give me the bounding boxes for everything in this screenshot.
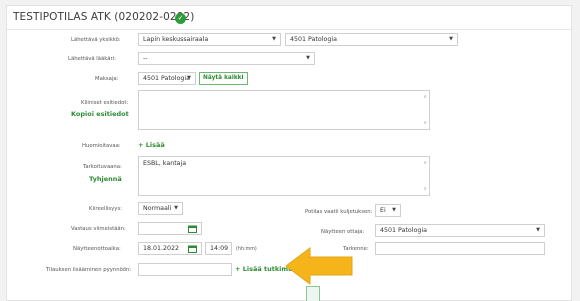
add-order-label: Tilauksen lisääminen pyynnöön: <box>46 267 132 273</box>
sample-taker-select[interactable]: 4501 Patologia ▼ <box>375 224 545 237</box>
urgency-label: Kiireellisyys: <box>89 206 122 212</box>
transport-select[interactable]: Ei ▼ <box>375 204 401 217</box>
payer-select[interactable]: 4501 Patologia ▼ <box>138 72 196 85</box>
sending-doctor-label: Lähettävä lääkäri: <box>68 56 116 62</box>
urgency-select[interactable]: Normaali ▼ <box>138 202 183 215</box>
sample-time-input[interactable]: 14:09 <box>205 242 232 255</box>
time-format-hint: (hh:mm) <box>236 247 257 252</box>
sample-date-label: Näytteenottoaika: <box>73 246 121 252</box>
scroll-down-icon: ∨ <box>423 120 427 126</box>
scroll-up-icon: ∧ <box>423 94 427 100</box>
sending-unit-label: Lähettävä yksikkö: <box>71 37 121 43</box>
calendar-icon[interactable] <box>188 225 197 233</box>
specifier-input[interactable] <box>375 242 545 255</box>
clinical-info-textarea[interactable]: ∧ ∨ <box>138 90 430 130</box>
calendar-icon[interactable] <box>188 245 197 253</box>
add-note-link[interactable]: + Lisää <box>138 141 165 149</box>
transport-label: Potilas vaatii kuljetuksen: <box>305 209 373 215</box>
patient-title: TESTIPOTILAS ATK (020202-0202) <box>13 11 195 23</box>
check-icon: ✓ <box>175 13 186 24</box>
reply-by-label: Vastaus viimeistään: <box>71 226 126 232</box>
notes-label: Huomioitavaa: <box>82 143 121 149</box>
chevron-down-icon: ▼ <box>392 207 396 213</box>
payer-label: Maksaja: <box>95 76 119 82</box>
scroll-down-icon: ∨ <box>423 186 427 192</box>
sample-taker-label: Näytteen ottaja: <box>321 229 365 235</box>
scroll-up-icon: ∧ <box>423 160 427 166</box>
chevron-down-icon: ▼ <box>272 36 276 42</box>
chevron-down-icon: ▼ <box>536 227 540 233</box>
indication-textarea[interactable]: ESBL, kantaja ∧ ∨ <box>138 156 430 196</box>
sample-date-input[interactable]: 18.01.2022 <box>138 242 202 255</box>
form-header: TESTIPOTILAS ATK (020202-0202) ✓ <box>7 6 571 30</box>
copy-clinical-info-link[interactable]: Kopioi esitiedot <box>71 110 129 118</box>
indication-label: Tarkoituvaana: <box>83 164 122 170</box>
order-code-input[interactable] <box>138 263 232 276</box>
chevron-down-icon: ▼ <box>174 205 178 211</box>
sending-department-select[interactable]: 4501 Patologia ▼ <box>285 33 458 46</box>
clear-indication-link[interactable]: Tyhjennä <box>89 175 122 183</box>
highlight-arrow-icon <box>285 247 353 285</box>
clinical-info-label: Kliiniset esitiedot: <box>81 100 129 106</box>
chevron-down-icon: ▼ <box>306 55 310 61</box>
chevron-down-icon: ▼ <box>187 75 191 81</box>
sending-hospital-select[interactable]: Lapin keskussairaala ▼ <box>138 33 281 46</box>
sending-doctor-select[interactable]: -- ▼ <box>138 52 315 65</box>
chevron-down-icon: ▼ <box>449 36 453 42</box>
show-all-button[interactable]: Näytä kaikki <box>199 72 248 85</box>
reply-by-date-input[interactable] <box>138 222 202 235</box>
